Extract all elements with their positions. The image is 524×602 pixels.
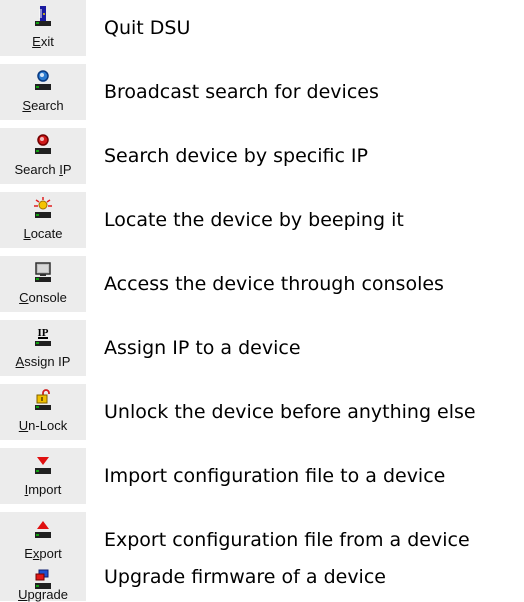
search-ip-button-label: Search IP [14,162,72,177]
locate-button-label: Locate [23,226,63,241]
arrow-up-icon [0,517,86,541]
toolbar-row-import: Import Import configuration file to a de… [0,448,524,508]
magnifier-user-icon [0,69,86,93]
red-user-search-icon [0,133,86,157]
export-button[interactable]: Export [0,512,86,568]
toolbar-row-export: Export Export configuration file from a … [0,512,524,572]
toolbar-row-assignip: IP Assign IP Assign IP to a device [0,320,524,380]
exit-description: Quit DSU [104,17,191,39]
exit-door-icon [0,5,86,29]
monitor-icon [0,261,86,285]
assign-ip-button[interactable]: IP Assign IP [0,320,86,376]
console-description: Access the device through consoles [104,273,444,295]
toolbar-row-search: Search Broadcast search for devices [0,64,524,124]
toolbar-row-unlock: Un-Lock Unlock the device before anythin… [0,384,524,444]
console-button-label: Console [19,290,67,305]
locate-button[interactable]: Locate [0,192,86,248]
arrow-down-icon [0,453,86,477]
exit-button-label: Exit [32,34,54,49]
assign-ip-description: Assign IP to a device [104,337,301,359]
assign-ip-button-label: Assign IP [15,354,71,369]
toolbar-row-locate: Locate Locate the device by beeping it [0,192,524,252]
unlock-button[interactable]: Un-Lock [0,384,86,440]
unlock-button-label: Un-Lock [18,418,68,433]
search-description: Broadcast search for devices [104,81,379,103]
search-ip-description: Search device by specific IP [104,145,368,167]
upgrade-button-label: Upgrade [18,587,68,602]
upgrade-description: Upgrade firmware of a device [104,566,386,588]
padlock-icon [0,389,86,413]
export-description: Export configuration file from a device [104,529,470,551]
export-button-label: Export [24,546,62,561]
search-button[interactable]: Search [0,64,86,120]
console-button[interactable]: Console [0,256,86,312]
import-button-label: Import [24,482,62,497]
toolbar-row-upgrade: Upgrade Upgrade firmware of a device [0,566,524,602]
unlock-description: Unlock the device before anything else [104,401,476,423]
ip-icon: IP [0,325,86,349]
upgrade-button[interactable]: Upgrade [0,566,86,602]
import-description: Import configuration file to a device [104,465,446,487]
search-ip-button[interactable]: Search IP [0,128,86,184]
toolbar-row-exit: Exit Quit DSU [0,0,524,60]
exit-button[interactable]: Exit [0,0,86,56]
beep-light-icon [0,197,86,221]
toolbar-row-console: Console Access the device through consol… [0,256,524,316]
import-button[interactable]: Import [0,448,86,504]
locate-description: Locate the device by beeping it [104,209,404,231]
toolbar-row-searchip: Search IP Search device by specific IP [0,128,524,188]
search-button-label: Search [22,98,64,113]
